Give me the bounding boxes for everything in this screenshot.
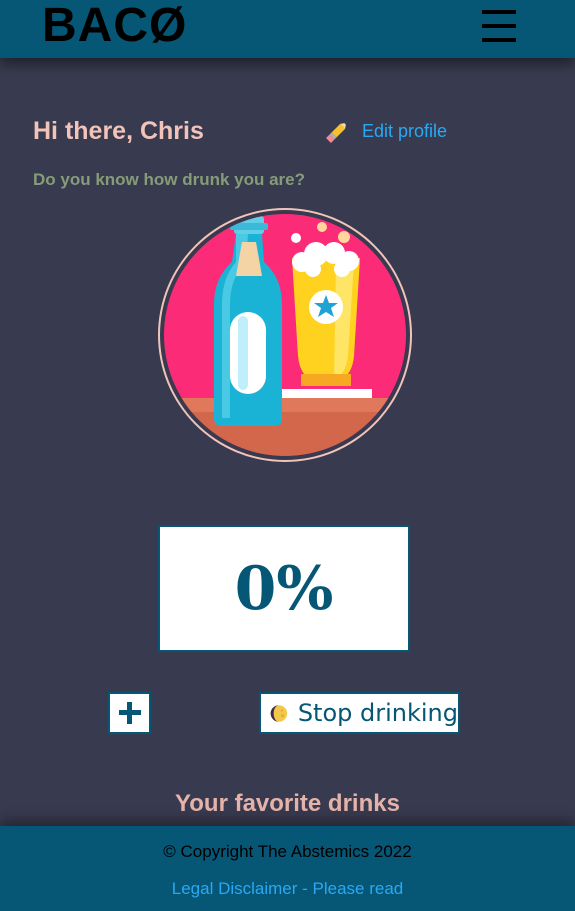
copyright-text: © Copyright The Abstemics 2022: [163, 842, 412, 861]
legal-disclaimer-link[interactable]: Legal Disclaimer - Please read: [0, 879, 575, 899]
hamburger-menu-icon[interactable]: [480, 10, 518, 42]
drinks-hero-image: [158, 208, 412, 462]
bac-percentage: 0%: [234, 553, 334, 624]
favorite-drinks-heading: Your favorite drinks: [175, 790, 400, 817]
moon-icon: [270, 704, 288, 722]
drunk-question: Do you know how drunk you are?: [33, 170, 306, 189]
pencil-icon[interactable]: [323, 118, 351, 146]
footer: © Copyright The Abstemics 2022 Legal Dis…: [0, 826, 575, 911]
bac-display: 0%: [158, 525, 410, 652]
edit-profile-link[interactable]: Edit profile: [362, 121, 447, 142]
top-navbar: BACØ: [0, 0, 575, 58]
stop-drinking-button[interactable]: Stop drinking: [259, 692, 460, 734]
greeting-title: Hi there, Chris: [33, 117, 204, 145]
app-logo[interactable]: BACØ: [42, 0, 187, 54]
stop-drinking-label: Stop drinking: [297, 699, 458, 727]
plus-icon: [118, 702, 141, 724]
add-drink-button[interactable]: [108, 692, 151, 734]
